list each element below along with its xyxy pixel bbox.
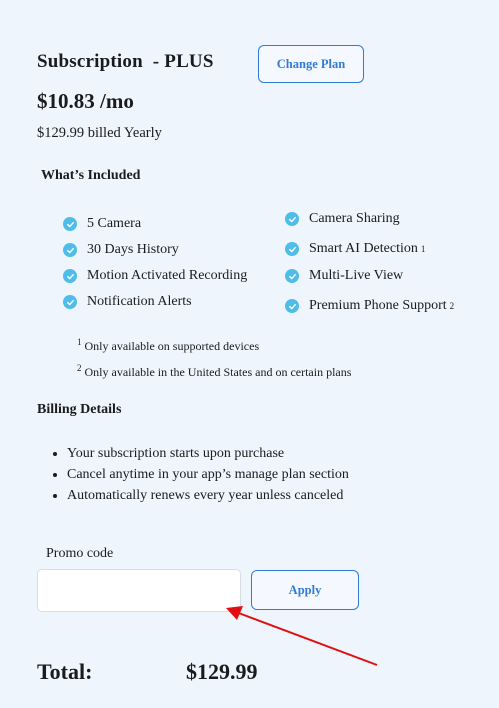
footnote-text: Only available in the United States and … — [84, 365, 352, 379]
footnote: 1 Only available on supported devices — [77, 337, 260, 354]
feature-item: Smart AI Detection 1 — [285, 241, 425, 257]
check-circle-icon — [285, 269, 299, 283]
billed-yearly-text: $129.99 billed Yearly — [37, 125, 162, 141]
feature-label: Smart AI Detection — [309, 241, 418, 256]
total-label: Total: — [37, 659, 93, 684]
feature-label: 30 Days History — [87, 242, 179, 257]
check-circle-icon — [285, 212, 299, 226]
billing-details-list: Your subscription starts upon purchase C… — [49, 443, 349, 506]
list-item: Cancel anytime in your app’s manage plan… — [67, 464, 349, 485]
feature-item: Camera Sharing — [285, 211, 400, 227]
list-item: Your subscription starts upon purchase — [67, 443, 349, 464]
apply-button[interactable]: Apply — [251, 570, 359, 610]
promo-code-label: Promo code — [46, 546, 114, 561]
feature-label: Camera Sharing — [309, 211, 400, 226]
feature-label: Notification Alerts — [87, 294, 192, 309]
check-circle-icon — [63, 217, 77, 231]
feature-item: Premium Phone Support 2 — [285, 298, 454, 314]
footnote: 2 Only available in the United States and… — [77, 363, 352, 380]
monthly-price: $10.83 /mo — [37, 89, 134, 113]
feature-label: Multi-Live View — [309, 268, 404, 283]
promo-code-input[interactable] — [37, 569, 241, 612]
feature-label: Premium Phone Support — [309, 298, 447, 313]
feature-label: Motion Activated Recording — [87, 268, 248, 283]
feature-label: 5 Camera — [87, 216, 142, 231]
change-plan-button[interactable]: Change Plan — [258, 45, 364, 83]
feature-item: 5 Camera — [63, 216, 141, 232]
feature-item: Motion Activated Recording — [63, 268, 247, 284]
feature-item: Notification Alerts — [63, 294, 192, 310]
feature-item: Multi-Live View — [285, 268, 403, 284]
whats-included-heading: What’s Included — [41, 168, 141, 183]
check-circle-icon — [285, 242, 299, 256]
footnote-text: Only available on supported devices — [84, 339, 260, 353]
total-amount: $129.99 — [186, 659, 258, 684]
plan-title: Subscription - PLUS — [37, 51, 214, 72]
check-circle-icon — [63, 269, 77, 283]
footnote-number: 1 — [77, 337, 82, 347]
list-item: Automatically renews every year unless c… — [67, 485, 349, 506]
footnote-number: 2 — [77, 363, 82, 373]
billing-details-heading: Billing Details — [37, 402, 122, 417]
feature-item: 30 Days History — [63, 242, 179, 258]
check-circle-icon — [285, 299, 299, 313]
check-circle-icon — [63, 295, 77, 309]
check-circle-icon — [63, 243, 77, 257]
